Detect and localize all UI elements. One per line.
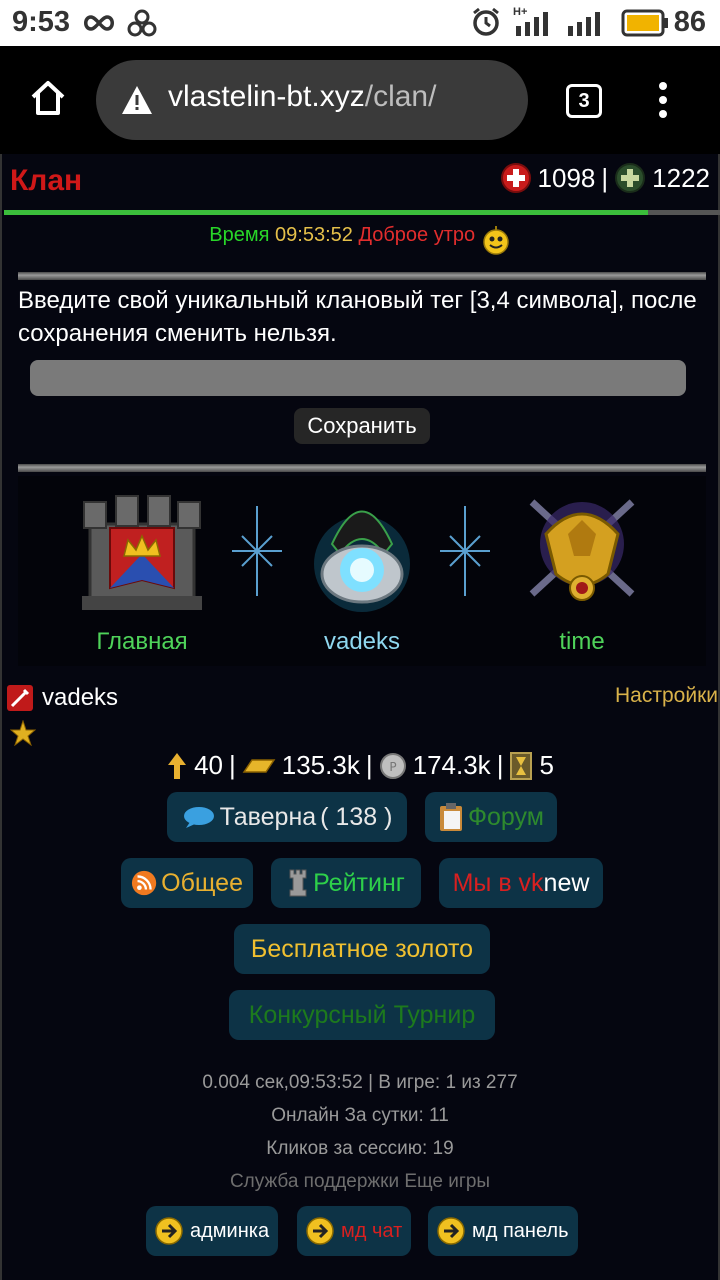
rating-label: Рейтинг bbox=[313, 868, 405, 897]
divider bbox=[18, 464, 706, 472]
page-content: Клан 1098 | 1222 Время 09:53:52 Доброе у… bbox=[0, 154, 720, 1280]
admin-label: админка bbox=[190, 1219, 270, 1242]
clipboard-icon bbox=[440, 803, 463, 831]
dragon-crest-icon[interactable] bbox=[512, 484, 652, 618]
battery-percent: 86 bbox=[673, 6, 706, 38]
star-rank-icon bbox=[10, 720, 36, 746]
ornament-divider-icon bbox=[232, 506, 282, 596]
banner-label-time[interactable]: time bbox=[492, 628, 672, 656]
arrow-right-icon bbox=[155, 1217, 183, 1245]
level-arrow-icon bbox=[168, 752, 187, 779]
resources-row: 40 | 135.3k | P 174.3k | 5 bbox=[2, 750, 718, 781]
settings-link[interactable]: Настройки bbox=[615, 684, 718, 708]
mana-value: 1222 bbox=[652, 162, 710, 193]
battery-icon bbox=[621, 9, 668, 37]
res-separator: | bbox=[365, 750, 373, 780]
username[interactable]: vadeks bbox=[42, 684, 118, 712]
tavern-count: ( 138 ) bbox=[320, 802, 393, 831]
stats-separator: | bbox=[601, 162, 609, 193]
hourglass-icon bbox=[510, 751, 533, 780]
sword-badge-icon bbox=[7, 685, 33, 711]
vk-button[interactable]: Мы в vk new bbox=[439, 858, 603, 908]
free-gold-button[interactable]: Бесплатное золото bbox=[234, 924, 490, 974]
health-bar-fill bbox=[4, 210, 649, 215]
tavern-button[interactable]: Таверна ( 138 ) bbox=[167, 792, 407, 842]
gold-bar-icon bbox=[242, 758, 276, 773]
forum-label: Форум bbox=[468, 802, 544, 831]
ornament-divider-icon bbox=[440, 506, 490, 596]
user-row: vadeks Настройки bbox=[6, 682, 718, 716]
more-games-link[interactable]: Еще игры bbox=[404, 1171, 490, 1192]
general-label: Общее bbox=[161, 868, 243, 897]
md-chat-button[interactable]: мд чат bbox=[297, 1206, 411, 1256]
chess-rook-icon bbox=[289, 869, 307, 897]
status-bar: 9:53 H+ 86 bbox=[0, 0, 720, 46]
clicks-line: Кликов за сессию: 19 bbox=[266, 1138, 454, 1159]
health-value: 1098 bbox=[537, 162, 596, 193]
level-value: 40 bbox=[194, 750, 223, 780]
general-button[interactable]: Общее bbox=[121, 858, 253, 908]
url-path: /clan/ bbox=[364, 80, 437, 113]
signal-icon bbox=[516, 12, 548, 36]
vk-label: Мы в vk bbox=[452, 868, 544, 897]
browser-toolbar: vlastelin-bt.xyz/clan/ 3 bbox=[0, 46, 720, 154]
signal-icon-2 bbox=[568, 12, 600, 36]
health-icon bbox=[500, 163, 531, 193]
banner-label-main[interactable]: Главная bbox=[52, 628, 232, 656]
rss-icon bbox=[131, 870, 157, 896]
silver-coin-icon: P bbox=[379, 752, 406, 779]
status-time: 9:53 bbox=[12, 6, 71, 38]
md-chat-label: мд чат bbox=[341, 1219, 403, 1242]
smiley-icon bbox=[482, 225, 509, 255]
gold-value: 135.3k bbox=[281, 750, 360, 780]
clan-banner: Главная vadeks time bbox=[18, 476, 706, 666]
save-button[interactable]: Сохранить bbox=[294, 408, 430, 444]
server-time-line: Время 09:53:52 Доброе утро bbox=[2, 224, 718, 255]
md-panel-button[interactable]: мд панель bbox=[428, 1206, 578, 1256]
md-panel-label: мд панель bbox=[472, 1219, 569, 1242]
server-stats-line: 0.004 сек,09:53:52 | В игре: 1 из 277 bbox=[202, 1072, 518, 1093]
url-text: vlastelin-bt.xyz/clan/ bbox=[168, 80, 436, 114]
greeting-text: Доброе утро bbox=[358, 224, 476, 246]
more-menu-icon[interactable] bbox=[656, 80, 670, 120]
warning-icon[interactable] bbox=[120, 84, 154, 116]
player-stats: 1098 | 1222 bbox=[500, 162, 710, 194]
keys-value: 5 bbox=[539, 750, 554, 780]
mana-icon bbox=[615, 163, 646, 193]
arrow-right-icon bbox=[437, 1217, 465, 1245]
clan-tag-notice: Введите свой уникальный клановый тег [3,… bbox=[18, 287, 697, 347]
tournament-button[interactable]: Конкурсный Турнир bbox=[229, 990, 495, 1040]
online-stats-line: Онлайн За сутки: 11 bbox=[271, 1105, 449, 1126]
footer-links: Служба поддержки Еще игры bbox=[2, 1171, 718, 1193]
address-bar[interactable]: vlastelin-bt.xyz/clan/ bbox=[96, 60, 528, 140]
infinity-icon bbox=[84, 15, 114, 31]
home-icon[interactable] bbox=[28, 78, 68, 118]
support-link[interactable]: Служба поддержки bbox=[230, 1171, 399, 1192]
forum-button[interactable]: Форум bbox=[425, 792, 557, 842]
cloud-sync-icon bbox=[127, 9, 157, 37]
silver-value: 174.3k bbox=[412, 750, 491, 780]
banner-label-profile[interactable]: vadeks bbox=[272, 628, 452, 656]
tavern-label: Таверна bbox=[219, 802, 317, 831]
url-domain: vlastelin-bt.xyz bbox=[168, 80, 365, 113]
svg-text:P: P bbox=[389, 760, 396, 774]
res-separator: | bbox=[229, 750, 236, 780]
chat-bubble-icon bbox=[183, 807, 214, 828]
tab-switcher-button[interactable]: 3 bbox=[566, 84, 602, 118]
castle-tower-icon[interactable] bbox=[72, 484, 212, 618]
res-separator: | bbox=[496, 750, 504, 780]
arrow-right-icon bbox=[306, 1217, 334, 1245]
admin-panel-button[interactable]: админка bbox=[146, 1206, 278, 1256]
health-bar bbox=[4, 210, 720, 215]
alarm-icon bbox=[473, 7, 499, 36]
clan-tag-input[interactable] bbox=[30, 360, 686, 396]
time-label: Время bbox=[209, 224, 270, 246]
page-title: Клан bbox=[10, 164, 83, 197]
vk-new-label: new bbox=[543, 868, 590, 897]
divider bbox=[18, 272, 706, 280]
rating-button[interactable]: Рейтинг bbox=[271, 858, 421, 908]
hooded-mage-icon[interactable] bbox=[292, 484, 432, 618]
tab-count: 3 bbox=[578, 89, 590, 112]
time-value: 09:53:52 bbox=[275, 224, 353, 246]
